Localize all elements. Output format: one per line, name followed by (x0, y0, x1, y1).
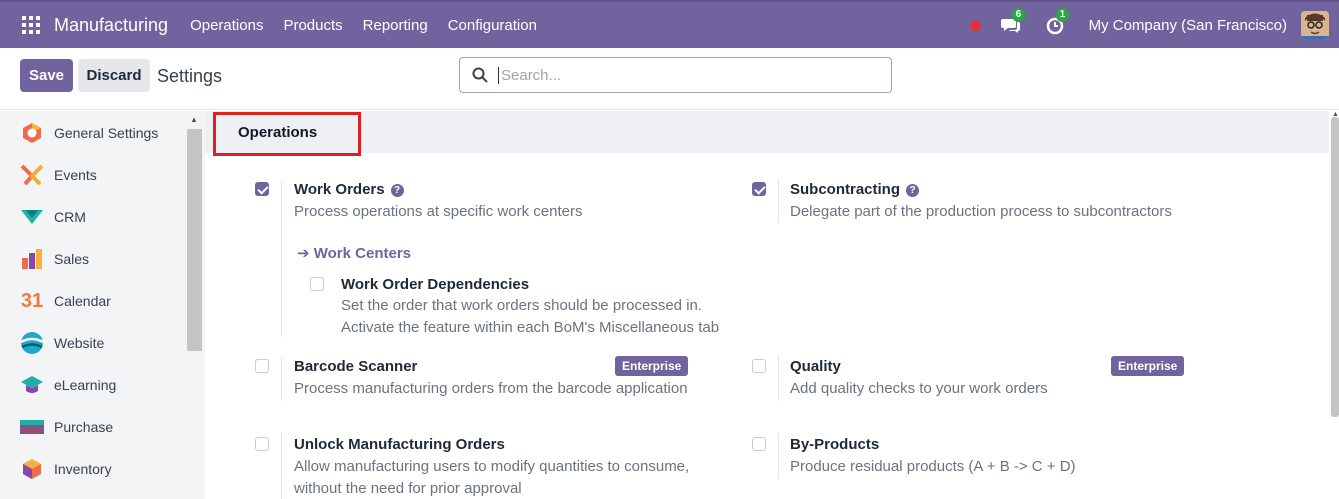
top-navbar: Manufacturing Operations Products Report… (0, 0, 1339, 48)
menu-reporting[interactable]: Reporting (363, 17, 428, 34)
work-order-dependencies-checkbox[interactable] (310, 277, 324, 291)
user-avatar[interactable] (1301, 11, 1329, 39)
sidebar-item-label: eLearning (54, 377, 117, 393)
by-products-checkbox[interactable] (752, 437, 766, 451)
help-icon[interactable]: ? (906, 184, 920, 197)
quality-desc: Add quality checks to your work orders (790, 380, 1048, 397)
control-panel: Save Discard Settings (0, 48, 1339, 110)
website-icon (20, 331, 44, 355)
barcode-scanner-desc: Process manufacturing orders from the ba… (294, 380, 688, 397)
unlock-mo-checkbox[interactable] (255, 437, 269, 451)
sidebar-item-label: Events (54, 167, 97, 183)
sidebar-item-label: Website (54, 335, 105, 351)
sidebar-item-inventory[interactable]: Inventory (20, 457, 112, 481)
sidebar-item-elearning[interactable]: eLearning (20, 373, 116, 397)
quality-checkbox[interactable] (752, 359, 766, 373)
sidebar-item-calendar[interactable]: 31 Calendar (20, 289, 111, 313)
by-products-desc: Produce residual products (A + B -> C + … (790, 458, 1076, 475)
scroll-up-arrow-icon[interactable]: ▲ (190, 115, 198, 124)
sidebar-item-events[interactable]: Events (20, 163, 97, 187)
enterprise-badge: Enterprise (615, 356, 689, 376)
purchase-icon (20, 415, 44, 439)
highlight-box (213, 112, 361, 156)
activities-clock-icon[interactable]: 1 (1045, 8, 1070, 35)
work-centers-link[interactable]: ➔ Work Centers (297, 244, 411, 262)
divider (281, 433, 282, 499)
divider (281, 355, 282, 401)
barcode-scanner-checkbox[interactable] (255, 359, 269, 373)
record-indicator-icon[interactable] (969, 19, 981, 31)
activities-badge: 1 (1055, 8, 1070, 22)
unlock-mo-title: Unlock Manufacturing Orders (294, 436, 505, 453)
discard-button[interactable]: Discard (78, 59, 150, 92)
sidebar-item-purchase[interactable]: Purchase (20, 415, 113, 439)
sidebar-item-website[interactable]: Website (20, 331, 104, 355)
search-icon (472, 67, 488, 83)
sidebar-item-label: Purchase (54, 419, 114, 435)
subcontracting-checkbox[interactable] (752, 182, 766, 196)
general-settings-icon (20, 121, 44, 145)
unlock-mo-desc-1: Allow manufacturing users to modify quan… (294, 458, 690, 475)
divider (778, 433, 779, 479)
work-orders-desc: Process operations at specific work cent… (294, 203, 583, 220)
main-scrollbar[interactable] (1331, 117, 1339, 417)
subcontracting-title: Subcontracting? (790, 181, 920, 198)
sidebar-item-label: Inventory (54, 461, 112, 477)
sidebar-item-label: Calendar (54, 293, 111, 309)
sidebar-scrollbar[interactable] (187, 129, 202, 351)
quality-title: Quality (790, 358, 841, 375)
events-icon (20, 163, 44, 187)
divider (778, 179, 779, 223)
sidebar-item-label: General Settings (54, 125, 159, 141)
sidebar-item-general-settings[interactable]: General Settings (20, 121, 158, 145)
inventory-icon (20, 457, 44, 481)
divider (281, 179, 282, 337)
company-switcher[interactable]: My Company (San Francisco) (1089, 17, 1287, 34)
work-orders-checkbox[interactable] (255, 182, 269, 196)
menu-configuration[interactable]: Configuration (448, 17, 537, 34)
search-box[interactable] (459, 57, 892, 93)
navbar-systray: 6 1 My Company (San Francisco) (969, 2, 1339, 48)
sidebar-item-label: Sales (54, 251, 90, 267)
subcontracting-desc: Delegate part of the production process … (790, 203, 1172, 220)
work-order-dependencies-desc-1: Set the order that work orders should be… (341, 297, 703, 314)
sidebar-item-sales[interactable]: Sales (20, 247, 89, 271)
barcode-scanner-title: Barcode Scanner (294, 358, 418, 375)
work-orders-title: Work Orders? (294, 181, 404, 198)
arrow-right-icon: ➔ (297, 245, 314, 262)
messages-icon[interactable]: 6 (1000, 8, 1026, 35)
apps-grid-icon[interactable] (22, 16, 40, 34)
sales-icon (20, 247, 44, 271)
crm-icon (20, 205, 44, 229)
page-title: Settings (157, 66, 223, 86)
work-order-dependencies-desc-2: Activate the feature within each BoM's M… (341, 319, 720, 336)
app-name[interactable]: Manufacturing (54, 15, 168, 36)
work-order-dependencies-title: Work Order Dependencies (341, 276, 530, 293)
sidebar-item-label: CRM (54, 209, 86, 225)
divider (778, 355, 779, 401)
enterprise-badge: Enterprise (1111, 356, 1185, 376)
menu-operations[interactable]: Operations (190, 17, 263, 34)
settings-content: Operations ▲ Work Orders? Process operat… (205, 111, 1339, 499)
calendar-icon: 31 (20, 289, 44, 312)
by-products-title: By-Products (790, 436, 880, 453)
section-header: Operations (205, 111, 1329, 153)
menu-products[interactable]: Products (283, 17, 342, 34)
save-button[interactable]: Save (20, 59, 73, 92)
settings-sidebar: General Settings Events CRM Sales 31 Cal… (0, 111, 205, 499)
unlock-mo-desc-2: without the need for prior approval (294, 480, 522, 497)
sidebar-item-crm[interactable]: CRM (20, 205, 86, 229)
elearning-icon (20, 373, 44, 397)
help-icon[interactable]: ? (390, 184, 404, 197)
search-input[interactable] (498, 66, 878, 84)
messages-badge: 6 (1011, 8, 1026, 22)
